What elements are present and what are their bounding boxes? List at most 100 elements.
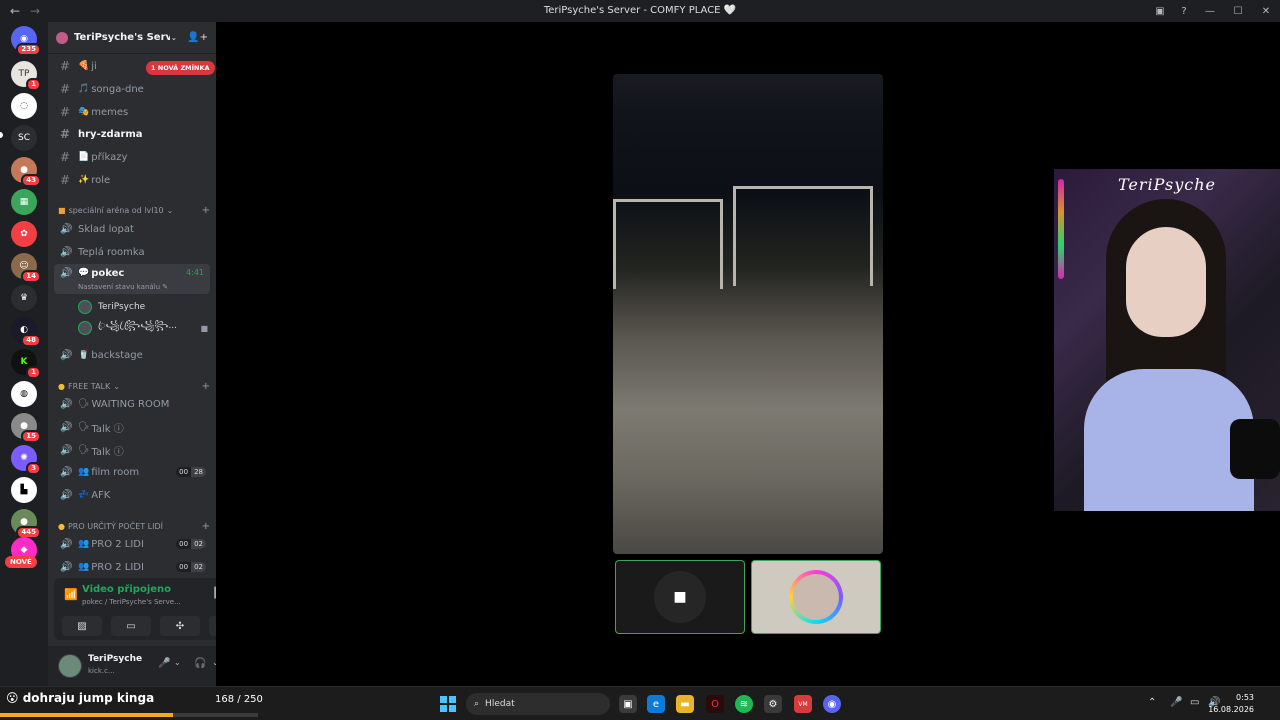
channel-label: Sklad lopat bbox=[78, 223, 134, 235]
add-channel-icon[interactable]: + bbox=[202, 205, 210, 216]
channel-label: film room bbox=[91, 466, 140, 478]
mention-badge[interactable]: 1 NOVÁ ZMÍNKA bbox=[146, 61, 215, 75]
maximize-button[interactable]: ☐ bbox=[1224, 0, 1252, 22]
main-video-feed[interactable] bbox=[613, 74, 883, 554]
signal-icon[interactable]: 📶 bbox=[64, 588, 78, 601]
speaker-icon: 🔊 bbox=[60, 444, 73, 456]
headphones-icon[interactable]: 🎧 bbox=[194, 658, 206, 669]
home-button[interactable]: ◉ 235 bbox=[11, 26, 41, 56]
chevron-up-icon[interactable]: ⌃ bbox=[1148, 697, 1156, 708]
server-icon[interactable]: TP 1 bbox=[11, 61, 41, 91]
avatar bbox=[78, 300, 92, 314]
server-icon[interactable]: ◍ bbox=[11, 381, 37, 407]
channel-label: příkazy bbox=[91, 151, 128, 163]
category-header[interactable]: ● FREE TALK ⌄ + bbox=[58, 379, 210, 393]
server-icon[interactable]: ▦ bbox=[11, 189, 37, 215]
server-icon[interactable]: ✺ 3 bbox=[11, 445, 41, 475]
search-box[interactable]: ⌕ Hledat bbox=[466, 693, 610, 715]
server-icon[interactable]: ● 445 bbox=[11, 509, 41, 539]
add-channel-icon[interactable]: + bbox=[202, 381, 210, 392]
voice-channel[interactable]: 🔊 👥 PRO 2 LIDI 00 02 bbox=[54, 534, 210, 554]
display-icon[interactable]: ▭ bbox=[1190, 697, 1199, 708]
clock[interactable]: 0:53 16.08.2026 bbox=[1208, 692, 1254, 716]
voice-channel[interactable]: 🔊 🥤 backstage bbox=[54, 345, 210, 365]
voice-channel[interactable]: 🔊 Teplá roomka bbox=[54, 242, 210, 262]
help-icon[interactable]: ? bbox=[1172, 0, 1196, 22]
server-icon[interactable]: ● 15 bbox=[11, 413, 41, 443]
close-button[interactable]: ✕ bbox=[1252, 0, 1280, 22]
user-limit-badge: 00 02 bbox=[176, 539, 206, 549]
text-channel[interactable]: # 🎵 songa-dne bbox=[54, 79, 210, 99]
server-icon[interactable]: SC bbox=[11, 125, 37, 151]
back-arrow-icon[interactable]: ← bbox=[10, 4, 24, 18]
avatar bbox=[78, 321, 92, 335]
microphone-icon[interactable]: 🎤 bbox=[158, 658, 170, 669]
hash-icon: # bbox=[60, 59, 71, 73]
voice-channel[interactable]: 🔊 💤 AFK bbox=[54, 485, 210, 505]
server-icon[interactable]: ◌ bbox=[11, 93, 37, 119]
forward-arrow-icon[interactable]: → bbox=[30, 4, 44, 18]
task-view-icon[interactable]: ▣ bbox=[619, 695, 637, 713]
channel-label: WAITING ROOM bbox=[91, 398, 170, 410]
discord-icon[interactable]: ◉ bbox=[823, 695, 841, 713]
voice-channel[interactable]: 🔊 🗣 Talk ⓘ bbox=[54, 417, 210, 437]
window-title: TeriPsyche's Server - COMFY PLACE 🤍 bbox=[543, 5, 737, 16]
opera-gx-icon[interactable]: O bbox=[706, 695, 724, 713]
voicemod-icon[interactable]: VM bbox=[794, 695, 812, 713]
channel-status[interactable]: Nastavení stavu kanálu ✎ bbox=[78, 283, 168, 291]
voice-channel[interactable]: 🔊 🗣 Talk ⓘ bbox=[54, 440, 210, 460]
participant-tile[interactable] bbox=[751, 560, 881, 634]
avatar[interactable] bbox=[58, 654, 82, 678]
activities-button[interactable]: ✣ bbox=[160, 616, 200, 636]
server-header[interactable]: TeriPsyche's Serv... ⌄ 👤+ bbox=[48, 22, 216, 54]
text-channel[interactable]: # 🎭 memes bbox=[54, 102, 210, 122]
speaker-icon: 🔊 bbox=[60, 466, 73, 478]
voice-channel[interactable]: 🔊 👥 PRO 2 LIDI 00 02 bbox=[54, 557, 210, 577]
text-channel[interactable]: # 📄 příkazy bbox=[54, 147, 210, 167]
server-icon[interactable]: ● 43 bbox=[11, 157, 41, 187]
start-button[interactable] bbox=[440, 696, 456, 712]
speaker-icon: 🔊 bbox=[60, 561, 73, 573]
microphone-icon[interactable]: 🎤 bbox=[1170, 697, 1182, 708]
led-lights bbox=[1058, 179, 1064, 279]
chevron-down-icon[interactable]: ⌄ bbox=[174, 658, 181, 667]
server-icon[interactable]: ✿ bbox=[11, 221, 37, 247]
video-stage: ■ TeriPsyche bbox=[216, 22, 1280, 686]
voice-status-subtitle[interactable]: pokec / TeriPsyche's Serve... bbox=[82, 598, 181, 606]
server-icon[interactable]: ☺ 14 bbox=[11, 253, 41, 283]
channel-label: PRO 2 LIDI bbox=[91, 561, 144, 573]
channel-label: pokec bbox=[91, 268, 125, 279]
channel-sidebar: TeriPsyche's Serv... ⌄ 👤+ #🍕ji 1 NOVÁ ZM… bbox=[48, 22, 264, 686]
railing-shape bbox=[613, 199, 723, 289]
spotify-icon[interactable]: ≋ bbox=[735, 695, 753, 713]
add-channel-icon[interactable]: + bbox=[202, 521, 210, 532]
category-header[interactable]: ■ speciální aréna od lvl10 ⌄ + bbox=[58, 203, 210, 217]
screen-share-button[interactable]: ▭ bbox=[111, 616, 151, 636]
server-icon[interactable]: ♛ bbox=[11, 285, 37, 311]
participant-tile[interactable]: ■ bbox=[615, 560, 745, 634]
speaker-icon: 🔊 bbox=[60, 268, 73, 279]
minimize-button[interactable]: — bbox=[1196, 0, 1224, 22]
edge-icon[interactable]: e bbox=[647, 695, 665, 713]
server-icon[interactable]: ▙ bbox=[11, 477, 37, 503]
text-channel[interactable]: # hry-zdarma bbox=[54, 124, 210, 144]
call-duration: 4:41 bbox=[186, 268, 204, 277]
voice-channel[interactable]: 🔊 👥 film room 00 28 bbox=[54, 462, 210, 482]
text-channel[interactable]: # ✨ role bbox=[54, 170, 210, 190]
voice-channel[interactable]: 🔊 🗣 WAITING ROOM bbox=[54, 394, 210, 414]
server-icon[interactable]: ◐ 48 bbox=[11, 317, 41, 347]
stream-goal-progress-fill bbox=[0, 713, 174, 717]
hash-icon: # bbox=[60, 105, 71, 119]
steam-icon[interactable]: ⚙ bbox=[764, 695, 782, 713]
file-explorer-icon[interactable]: ▬ bbox=[676, 695, 694, 713]
inbox-icon[interactable]: ▣ bbox=[1148, 0, 1172, 22]
kick-server-icon[interactable]: K1 bbox=[11, 349, 41, 379]
voice-user[interactable]: TeriPsyche bbox=[78, 298, 208, 316]
new-unreads-pill[interactable]: NOVÉ bbox=[5, 556, 37, 568]
voice-user[interactable]: ꦿ꧁ ꦿ꧂ꦿ꧁꧂... ■ bbox=[78, 319, 208, 337]
camera-off-button[interactable]: ▨ bbox=[62, 616, 102, 636]
channel-label: Talk ⓘ bbox=[91, 423, 124, 435]
invite-icon[interactable]: 👤+ bbox=[187, 32, 208, 43]
category-header[interactable]: ● PRO URČITÝ POČET LIDÍ + bbox=[58, 519, 210, 533]
voice-channel[interactable]: 🔊 Sklad lopat bbox=[54, 219, 210, 239]
